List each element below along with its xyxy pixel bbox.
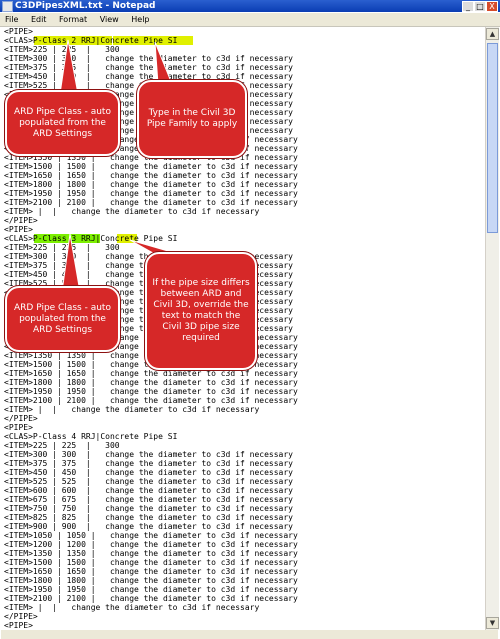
callout-ard-class-2: ARD Pipe Class - auto populated from the…	[5, 286, 120, 352]
callout-override-size: If the pipe size differs between ARD and…	[145, 252, 257, 370]
callout-civil3d-family: Type in the Civil 3D Pipe Family to appl…	[137, 80, 247, 158]
arrow-pointer	[154, 41, 173, 85]
callout-ard-class-1: ARD Pipe Class - auto populated from the…	[5, 90, 120, 156]
arrow-pointer	[61, 233, 81, 293]
arrow-pointer	[59, 39, 79, 95]
